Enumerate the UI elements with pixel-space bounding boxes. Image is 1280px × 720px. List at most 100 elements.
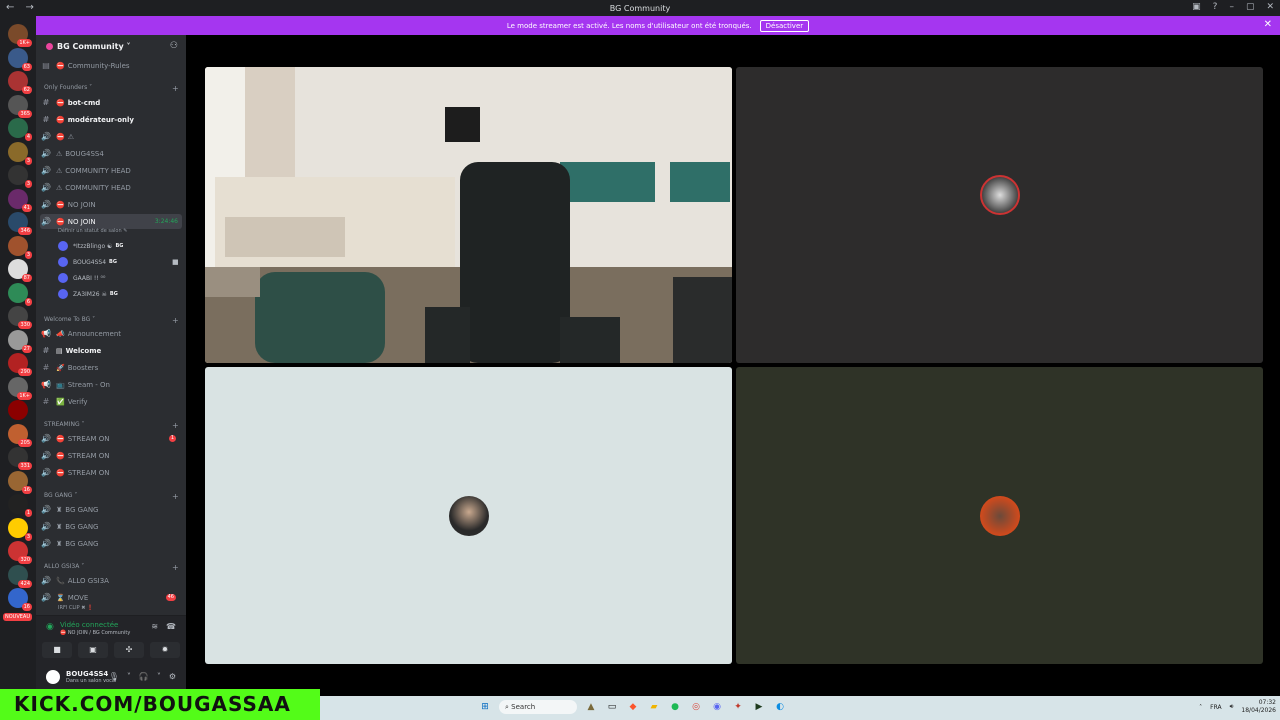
- video-tile-user-2[interactable]: [736, 67, 1263, 363]
- channel-item[interactable]: 🔊 📞 ALLO GSI3A: [40, 573, 182, 588]
- edge-icon[interactable]: ◐: [773, 700, 787, 714]
- file-explorer-icon[interactable]: ▰: [647, 700, 661, 714]
- camera-button[interactable]: ■: [42, 642, 72, 658]
- server-icon[interactable]: 16: [8, 588, 32, 611]
- server-icon[interactable]: 1K+: [8, 24, 32, 47]
- mic-icon[interactable]: 🎙: [109, 672, 119, 681]
- voice-member[interactable]: GAABI !! ⁰⁰: [58, 271, 105, 285]
- category-header[interactable]: STREAMING ˅ +: [44, 421, 179, 430]
- voice-member[interactable]: BOUG4SS4 BG ■: [58, 255, 179, 269]
- settings-gear-icon[interactable]: ⚙: [169, 672, 176, 681]
- add-channel-icon[interactable]: +: [172, 316, 179, 325]
- widgets-icon[interactable]: ▲: [584, 700, 598, 714]
- server-icon[interactable]: 424: [8, 564, 32, 588]
- channel-item[interactable]: # ⛔ bot-cmd: [40, 95, 182, 110]
- server-icon[interactable]: 290: [8, 353, 32, 376]
- category-header[interactable]: BG GANG ˅ +: [44, 492, 179, 501]
- server-icon[interactable]: 3: [8, 235, 32, 259]
- user-name[interactable]: BOUG4SS4: [66, 670, 108, 678]
- tray-overflow-icon[interactable]: ˄: [1199, 704, 1202, 711]
- channel-item[interactable]: # 🚀 Boosters: [40, 360, 182, 375]
- add-channel-icon[interactable]: +: [172, 421, 179, 430]
- chrome-icon[interactable]: ◎: [689, 700, 703, 714]
- brave-icon[interactable]: ◆: [626, 700, 640, 714]
- close-window-icon[interactable]: ✕: [1266, 2, 1274, 12]
- server-icon[interactable]: 4: [8, 118, 32, 141]
- add-member-icon[interactable]: ⚇: [170, 41, 178, 51]
- voice-member[interactable]: *ItzzBlingo ☯ BG: [58, 239, 123, 253]
- category-header[interactable]: ALLO GSI3A ˅ +: [44, 563, 179, 572]
- channel-item[interactable]: # ▤ Welcome: [40, 343, 182, 358]
- maximize-icon[interactable]: ▢: [1246, 2, 1255, 12]
- channel-item[interactable]: 🔊 ♜ BG GANG: [40, 502, 182, 517]
- server-header[interactable]: BG Community ˅ ⚇: [36, 35, 186, 57]
- terminal-icon[interactable]: ▶: [752, 700, 766, 714]
- server-icon[interactable]: [8, 400, 28, 420]
- spotify-icon[interactable]: ●: [668, 700, 682, 714]
- close-banner-icon[interactable]: ✕: [1264, 19, 1272, 30]
- server-icon[interactable]: 1K+: [8, 376, 32, 400]
- taskbar-search[interactable]: ⌕ Search: [499, 700, 577, 714]
- channel-item[interactable]: 🔊 ⛔ STREAM ON: [40, 465, 182, 480]
- server-icon[interactable]: 41: [8, 188, 32, 212]
- server-icon[interactable]: 63: [8, 47, 32, 71]
- soundboard-button[interactable]: ✹: [150, 642, 180, 658]
- mic-options-icon[interactable]: ˅: [127, 672, 131, 681]
- language-indicator[interactable]: FRA: [1210, 704, 1221, 711]
- screen-share-button[interactable]: ▣: [78, 642, 108, 658]
- server-icon[interactable]: 3: [8, 517, 32, 541]
- channel-item[interactable]: 🔊 ⛔ NO JOIN 3:24:46: [40, 214, 182, 229]
- clock[interactable]: 07:32 18/04/2026: [1241, 699, 1276, 715]
- channel-item[interactable]: 📢 📣 Announcement: [40, 326, 182, 341]
- server-icon[interactable]: 346: [8, 212, 32, 235]
- activities-button[interactable]: ✣: [114, 642, 144, 658]
- server-icon[interactable]: 87: [8, 259, 32, 282]
- server-icon[interactable]: 1: [8, 494, 32, 517]
- minimize-icon[interactable]: –: [1229, 2, 1234, 12]
- video-tile-user-4[interactable]: [736, 367, 1263, 664]
- server-icon[interactable]: 331: [8, 447, 32, 470]
- noise-suppression-icon[interactable]: ≋: [151, 622, 158, 631]
- start-icon[interactable]: ⊞: [478, 700, 492, 714]
- add-channel-icon[interactable]: +: [172, 84, 179, 93]
- channel-item[interactable]: 🔊 ♜ BG GANG: [40, 536, 182, 551]
- set-channel-status[interactable]: Définir un statut de salon ✎: [58, 228, 127, 234]
- channel-item[interactable]: 🔊 ⛔ NO JOIN: [40, 197, 182, 212]
- inbox-icon[interactable]: ▣: [1192, 2, 1201, 12]
- channel-item[interactable]: 🔊 ⚠ BOUG4SS4: [40, 146, 182, 161]
- channel-item[interactable]: ▤ ⛔ Community-Rules: [40, 58, 182, 73]
- user-avatar[interactable]: [46, 670, 60, 684]
- channel-item[interactable]: 🔊 ♜ BG GANG: [40, 519, 182, 534]
- server-icon[interactable]: 205: [8, 423, 32, 447]
- channel-item[interactable]: 🔊 ⚠ COMMUNITY HEAD: [40, 163, 182, 178]
- category-header[interactable]: Only Founders ˅ +: [44, 84, 179, 93]
- discord-icon[interactable]: ◉: [710, 700, 724, 714]
- channel-item[interactable]: # ⛔ modérateur-only: [40, 112, 182, 127]
- server-icon[interactable]: 3: [8, 141, 32, 165]
- voice-member[interactable]: ZA3IM26 ☠ BG: [58, 287, 118, 301]
- app-icon[interactable]: ✦: [731, 700, 745, 714]
- server-icon[interactable]: 330: [8, 306, 32, 329]
- channel-item[interactable]: 🔊 ⌛ MOVE 46: [40, 590, 182, 605]
- help-icon[interactable]: ?: [1213, 2, 1218, 12]
- voice-channel-path[interactable]: ⛔ NO JOIN / BG Community: [60, 630, 130, 636]
- server-icon[interactable]: 320: [8, 541, 32, 564]
- channel-item[interactable]: 🔊 ⛔ ⚠: [40, 129, 182, 144]
- channel-item[interactable]: 🔊 ⚠ COMMUNITY HEAD: [40, 180, 182, 195]
- server-icon[interactable]: 3: [8, 165, 32, 188]
- add-channel-icon[interactable]: +: [172, 492, 179, 501]
- disconnect-icon[interactable]: ☎: [166, 622, 176, 631]
- video-tile-camera[interactable]: [205, 67, 732, 363]
- channel-item[interactable]: 📢 📺 Stream - On: [40, 377, 182, 392]
- channel-item[interactable]: # ✅ Verify: [40, 394, 182, 409]
- audio-options-icon[interactable]: ˅: [157, 672, 161, 681]
- channel-item[interactable]: 🔊 ⛔ STREAM ON 1: [40, 431, 182, 446]
- signal-icon[interactable]: ◉: [46, 622, 54, 632]
- server-icon[interactable]: 62: [8, 71, 32, 94]
- video-tile-user-3[interactable]: [205, 367, 732, 664]
- channel-item[interactable]: 🔊 ⛔ STREAM ON: [40, 448, 182, 463]
- server-icon[interactable]: 6: [8, 282, 32, 306]
- server-icon[interactable]: 365: [8, 94, 32, 118]
- server-icon[interactable]: 27: [8, 329, 32, 353]
- server-icon[interactable]: 16: [8, 470, 32, 494]
